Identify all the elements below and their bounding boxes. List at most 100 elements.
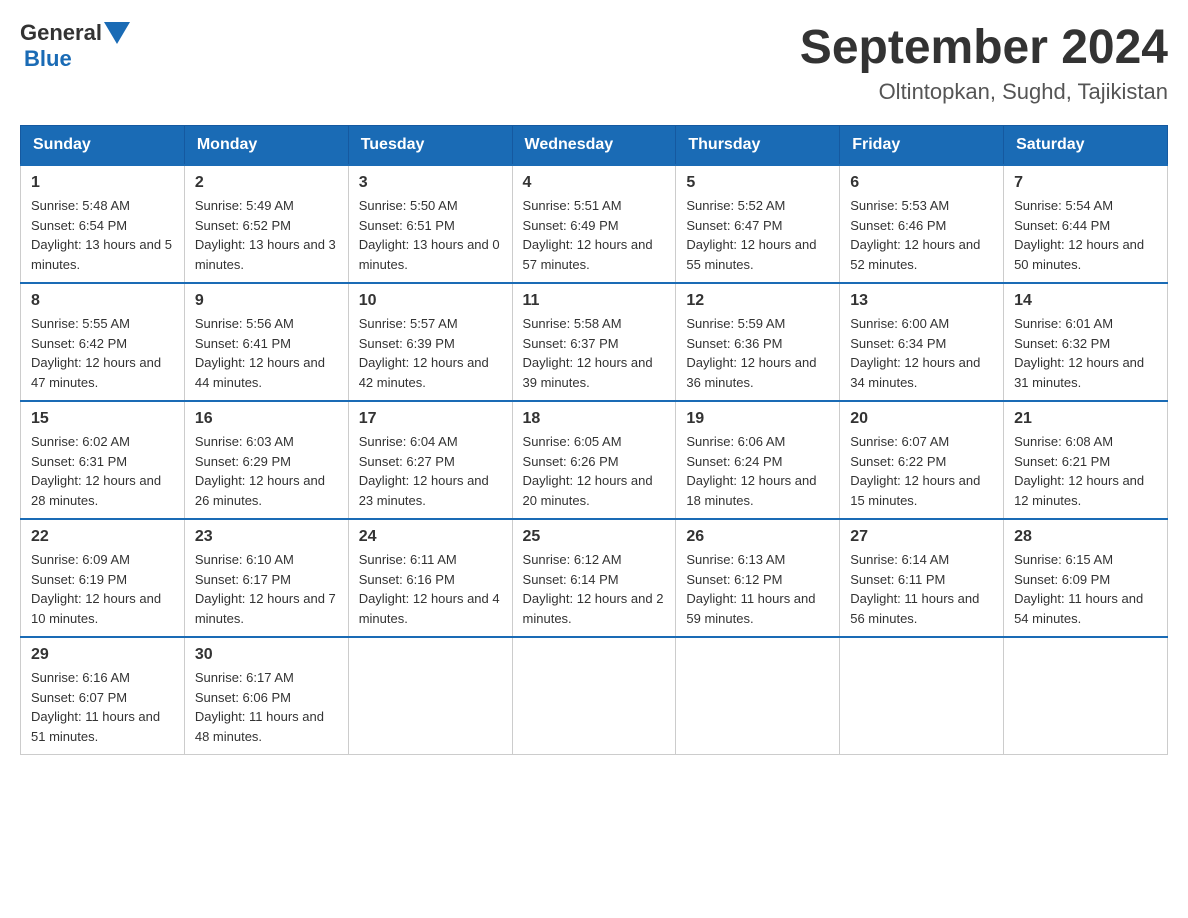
day-header-thursday: Thursday	[676, 126, 840, 166]
day-info: Sunrise: 6:16 AMSunset: 6:07 PMDaylight:…	[31, 668, 174, 746]
day-info: Sunrise: 6:07 AMSunset: 6:22 PMDaylight:…	[850, 432, 993, 510]
day-info: Sunrise: 5:56 AMSunset: 6:41 PMDaylight:…	[195, 314, 338, 392]
page-header: General Blue September 2024 Oltintopkan,…	[20, 20, 1168, 105]
day-info: Sunrise: 6:17 AMSunset: 6:06 PMDaylight:…	[195, 668, 338, 746]
day-info: Sunrise: 6:10 AMSunset: 6:17 PMDaylight:…	[195, 550, 338, 628]
calendar-cell: 17Sunrise: 6:04 AMSunset: 6:27 PMDayligh…	[348, 401, 512, 519]
calendar-cell: 11Sunrise: 5:58 AMSunset: 6:37 PMDayligh…	[512, 283, 676, 401]
day-number: 11	[523, 292, 666, 310]
day-info: Sunrise: 6:09 AMSunset: 6:19 PMDaylight:…	[31, 550, 174, 628]
calendar-cell	[512, 637, 676, 755]
day-number: 24	[359, 528, 502, 546]
day-number: 18	[523, 410, 666, 428]
day-info: Sunrise: 5:53 AMSunset: 6:46 PMDaylight:…	[850, 196, 993, 274]
day-info: Sunrise: 5:57 AMSunset: 6:39 PMDaylight:…	[359, 314, 502, 392]
day-info: Sunrise: 6:13 AMSunset: 6:12 PMDaylight:…	[686, 550, 829, 628]
logo-blue-text: Blue	[24, 46, 72, 72]
logo-general-text: General	[20, 20, 102, 46]
calendar-cell: 25 Sunrise: 6:12 AMSunset: 6:14 PMDayligh…	[512, 519, 676, 637]
day-info: Sunrise: 6:06 AMSunset: 6:24 PMDaylight:…	[686, 432, 829, 510]
calendar-cell: 5Sunrise: 5:52 AMSunset: 6:47 PMDaylight…	[676, 165, 840, 283]
day-number: 9	[195, 292, 338, 310]
calendar-cell: 28 Sunrise: 6:15 AMSunset: 6:09 PMDayligh…	[1004, 519, 1168, 637]
title-section: September 2024 Oltintopkan, Sughd, Tajik…	[800, 20, 1168, 105]
day-info: Sunrise: 5:59 AMSunset: 6:36 PMDaylight:…	[686, 314, 829, 392]
calendar-cell: 3 Sunrise: 5:50 AMSunset: 6:51 PMDaylight…	[348, 165, 512, 283]
day-number: 25	[523, 528, 666, 546]
calendar-cell: 12 Sunrise: 5:59 AMSunset: 6:36 PMDayligh…	[676, 283, 840, 401]
day-number: 26	[686, 528, 829, 546]
calendar-cell: 1 Sunrise: 5:48 AMSunset: 6:54 PMDaylight…	[21, 165, 185, 283]
calendar-cell: 24Sunrise: 6:11 AMSunset: 6:16 PMDayligh…	[348, 519, 512, 637]
calendar-cell: 20 Sunrise: 6:07 AMSunset: 6:22 PMDayligh…	[840, 401, 1004, 519]
day-info: Sunrise: 6:12 AMSunset: 6:14 PMDaylight:…	[523, 550, 666, 628]
calendar-cell: 15Sunrise: 6:02 AMSunset: 6:31 PMDayligh…	[21, 401, 185, 519]
calendar-cell: 14 Sunrise: 6:01 AMSunset: 6:32 PMDayligh…	[1004, 283, 1168, 401]
calendar-cell: 29 Sunrise: 6:16 AMSunset: 6:07 PMDayligh…	[21, 637, 185, 755]
day-info: Sunrise: 5:50 AMSunset: 6:51 PMDaylight:…	[359, 196, 502, 274]
day-number: 2	[195, 174, 338, 192]
calendar-cell: 21 Sunrise: 6:08 AMSunset: 6:21 PMDayligh…	[1004, 401, 1168, 519]
day-header-wednesday: Wednesday	[512, 126, 676, 166]
day-number: 30	[195, 646, 338, 664]
day-header-saturday: Saturday	[1004, 126, 1168, 166]
day-info: Sunrise: 5:48 AMSunset: 6:54 PMDaylight:…	[31, 196, 174, 274]
day-number: 4	[523, 174, 666, 192]
calendar-cell	[348, 637, 512, 755]
day-header-sunday: Sunday	[21, 126, 185, 166]
day-info: Sunrise: 6:00 AMSunset: 6:34 PMDaylight:…	[850, 314, 993, 392]
calendar-cell: 4 Sunrise: 5:51 AMSunset: 6:49 PMDaylight…	[512, 165, 676, 283]
month-year-title: September 2024	[800, 20, 1168, 75]
calendar-cell: 7Sunrise: 5:54 AMSunset: 6:44 PMDaylight…	[1004, 165, 1168, 283]
calendar-cell: 8 Sunrise: 5:55 AMSunset: 6:42 PMDaylight…	[21, 283, 185, 401]
day-number: 13	[850, 292, 993, 310]
day-number: 14	[1014, 292, 1157, 310]
day-number: 1	[31, 174, 174, 192]
calendar-cell: 6 Sunrise: 5:53 AMSunset: 6:46 PMDaylight…	[840, 165, 1004, 283]
calendar-cell: 18 Sunrise: 6:05 AMSunset: 6:26 PMDayligh…	[512, 401, 676, 519]
location-subtitle: Oltintopkan, Sughd, Tajikistan	[800, 79, 1168, 105]
day-number: 21	[1014, 410, 1157, 428]
day-header-monday: Monday	[184, 126, 348, 166]
calendar-cell: 19 Sunrise: 6:06 AMSunset: 6:24 PMDayligh…	[676, 401, 840, 519]
calendar-cell: 9 Sunrise: 5:56 AMSunset: 6:41 PMDaylight…	[184, 283, 348, 401]
day-number: 28	[1014, 528, 1157, 546]
day-info: Sunrise: 5:49 AMSunset: 6:52 PMDaylight:…	[195, 196, 338, 274]
day-number: 3	[359, 174, 502, 192]
day-info: Sunrise: 5:54 AMSunset: 6:44 PMDaylight:…	[1014, 196, 1157, 274]
calendar-week-row: 1 Sunrise: 5:48 AMSunset: 6:54 PMDaylight…	[21, 165, 1168, 283]
day-number: 29	[31, 646, 174, 664]
day-info: Sunrise: 6:08 AMSunset: 6:21 PMDaylight:…	[1014, 432, 1157, 510]
calendar-header-row: SundayMondayTuesdayWednesdayThursdayFrid…	[21, 126, 1168, 166]
day-number: 12	[686, 292, 829, 310]
calendar-table: SundayMondayTuesdayWednesdayThursdayFrid…	[20, 125, 1168, 755]
day-info: Sunrise: 6:05 AMSunset: 6:26 PMDaylight:…	[523, 432, 666, 510]
day-info: Sunrise: 6:14 AMSunset: 6:11 PMDaylight:…	[850, 550, 993, 628]
day-number: 6	[850, 174, 993, 192]
day-info: Sunrise: 5:55 AMSunset: 6:42 PMDaylight:…	[31, 314, 174, 392]
calendar-cell	[1004, 637, 1168, 755]
calendar-cell: 22 Sunrise: 6:09 AMSunset: 6:19 PMDayligh…	[21, 519, 185, 637]
day-header-friday: Friday	[840, 126, 1004, 166]
day-number: 20	[850, 410, 993, 428]
day-info: Sunrise: 6:02 AMSunset: 6:31 PMDaylight:…	[31, 432, 174, 510]
calendar-cell	[840, 637, 1004, 755]
calendar-week-row: 15Sunrise: 6:02 AMSunset: 6:31 PMDayligh…	[21, 401, 1168, 519]
day-info: Sunrise: 5:51 AMSunset: 6:49 PMDaylight:…	[523, 196, 666, 274]
day-number: 19	[686, 410, 829, 428]
calendar-cell: 16Sunrise: 6:03 AMSunset: 6:29 PMDayligh…	[184, 401, 348, 519]
calendar-week-row: 8 Sunrise: 5:55 AMSunset: 6:42 PMDaylight…	[21, 283, 1168, 401]
day-info: Sunrise: 6:15 AMSunset: 6:09 PMDaylight:…	[1014, 550, 1157, 628]
calendar-cell: 26 Sunrise: 6:13 AMSunset: 6:12 PMDayligh…	[676, 519, 840, 637]
calendar-week-row: 29 Sunrise: 6:16 AMSunset: 6:07 PMDayligh…	[21, 637, 1168, 755]
day-number: 27	[850, 528, 993, 546]
day-header-tuesday: Tuesday	[348, 126, 512, 166]
day-number: 22	[31, 528, 174, 546]
day-number: 8	[31, 292, 174, 310]
day-info: Sunrise: 6:01 AMSunset: 6:32 PMDaylight:…	[1014, 314, 1157, 392]
calendar-week-row: 22 Sunrise: 6:09 AMSunset: 6:19 PMDayligh…	[21, 519, 1168, 637]
calendar-cell: 27 Sunrise: 6:14 AMSunset: 6:11 PMDayligh…	[840, 519, 1004, 637]
day-number: 10	[359, 292, 502, 310]
day-info: Sunrise: 6:04 AMSunset: 6:27 PMDaylight:…	[359, 432, 502, 510]
day-number: 16	[195, 410, 338, 428]
